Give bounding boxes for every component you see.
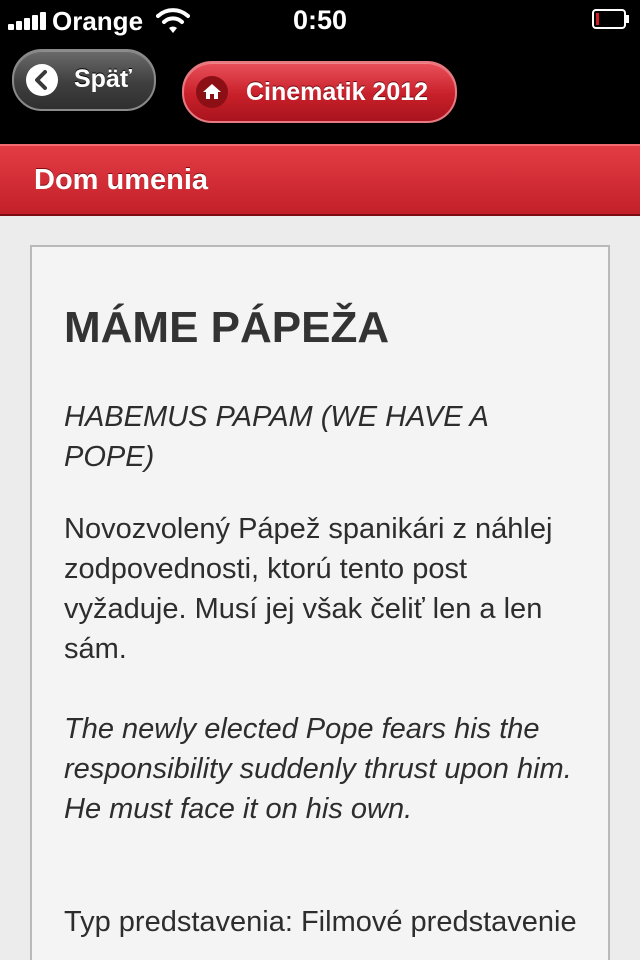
status-bar: Orange 0:50 [0, 0, 640, 40]
film-description-en: The newly elected Pope fears his the res… [64, 713, 572, 825]
home-icon [196, 76, 228, 108]
status-time: 0:50 [292, 5, 348, 35]
back-button-label: Späť [74, 65, 132, 93]
navigation-bar: Späť Cinematik 2012 [0, 40, 640, 144]
section-header: Dom umenia [0, 144, 640, 216]
back-button[interactable]: Späť [12, 49, 156, 111]
chevron-left-icon [26, 64, 58, 96]
event-type: Typ predstavenia: Filmové predstavenie [64, 906, 577, 938]
film-original-title: HABEMUS PAPAM (WE HAVE A POPE) [64, 401, 488, 473]
film-detail-card: MÁME PÁPEŽA HABEMUS PAPAM (WE HAVE A POP… [30, 245, 610, 960]
venue-title: Dom umenia [34, 164, 209, 196]
home-button[interactable]: Cinematik 2012 [182, 61, 457, 123]
battery-icon [592, 9, 629, 29]
film-description-sk: Novozvolený Pápež spanikári z náhlej zod… [64, 513, 553, 665]
film-title: MÁME PÁPEŽA [64, 303, 390, 352]
home-button-label: Cinematik 2012 [246, 78, 429, 106]
screen: Orange 0:50 Späť Cinematik 2012 Dom umen… [0, 0, 640, 960]
